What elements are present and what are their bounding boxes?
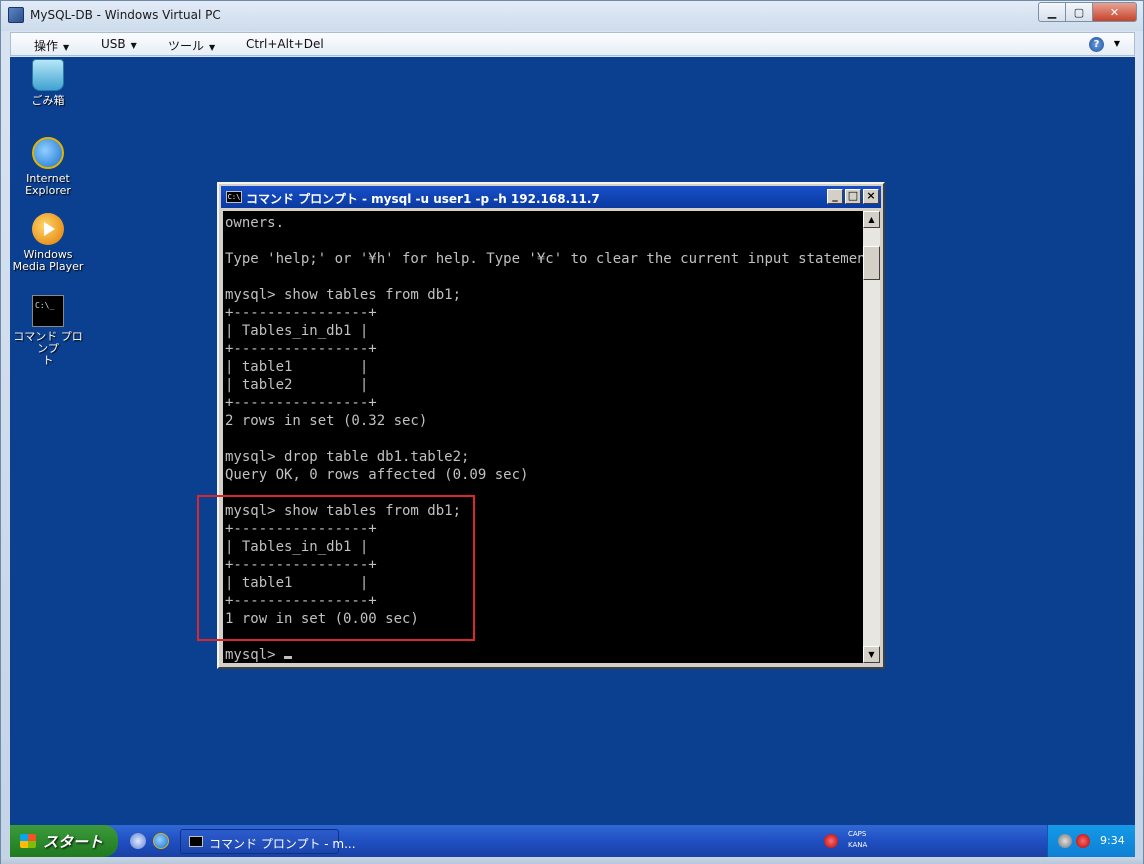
- menu-usb[interactable]: USB ▼: [101, 37, 137, 51]
- minimize-icon: _: [832, 189, 838, 202]
- vertical-scrollbar[interactable]: ▲ ▼: [863, 211, 880, 663]
- start-label: スタート: [43, 833, 104, 851]
- console-line: | table2 |: [225, 377, 369, 393]
- console-line: Query OK, 0 rows affected (0.09 sec): [225, 467, 529, 483]
- console-line: | Tables_in_db1 |: [225, 323, 369, 339]
- desktop-icon-label: Internet Explorer: [25, 172, 71, 197]
- desktop-icon-media-player[interactable]: Windows Media Player: [10, 213, 88, 273]
- start-button[interactable]: スタート: [10, 825, 118, 857]
- cmd-window-icon[interactable]: C:\: [226, 191, 242, 203]
- maximize-icon: ▢: [1073, 5, 1085, 19]
- console-line: | Tables_in_db1 |: [225, 539, 369, 555]
- console-line: 2 rows in set (0.32 sec): [225, 413, 428, 429]
- clock[interactable]: 9:34: [1100, 834, 1125, 847]
- console-output[interactable]: owners. Type 'help;' or '¥h' for help. T…: [223, 211, 863, 663]
- desktop-icon-label: Windows Media Player: [12, 248, 84, 273]
- close-icon: ×: [866, 189, 876, 202]
- host-menubar: 操作 ▼ USB ▼ ツール ▼ Ctrl+Alt+Del ? ▼: [10, 32, 1135, 56]
- cmd-title: コマンド プロンプト - mysql -u user1 -p -h 192.16…: [246, 192, 600, 206]
- cmd-window-controls: _ □ ×: [827, 189, 879, 204]
- console-line: +----------------+: [225, 593, 377, 609]
- media-player-icon: [32, 213, 64, 245]
- guest-desktop: ごみ箱 Internet Explorer Windows Media Play…: [10, 57, 1135, 825]
- maximize-icon: □: [847, 189, 859, 202]
- show-desktop-icon[interactable]: [130, 833, 146, 849]
- desktop-icon-label: ごみ箱: [31, 94, 65, 107]
- console-prompt: mysql>: [225, 647, 285, 663]
- taskbar-item-label: コマンド プロンプト - m...: [209, 837, 356, 851]
- console-line: Type 'help;' or '¥h' for help. Type '¥c'…: [225, 251, 863, 267]
- host-title: MySQL-DB - Windows Virtual PC: [30, 8, 221, 22]
- help-icon[interactable]: ?: [1089, 37, 1104, 52]
- console-line: +----------------+: [225, 521, 377, 537]
- cmd-minimize-button[interactable]: _: [827, 189, 843, 204]
- kana-indicator: KANA: [848, 841, 868, 849]
- host-window: MySQL-DB - Windows Virtual PC ▁ ▢ ✕ 操作 ▼ …: [0, 0, 1144, 864]
- close-icon: ✕: [1109, 5, 1120, 19]
- console-line: mysql> drop table db1.table2;: [225, 449, 470, 465]
- minimize-icon: ▁: [1047, 5, 1057, 19]
- chevron-down-icon: ▼: [63, 43, 70, 52]
- console-line: +----------------+: [225, 395, 377, 411]
- scroll-down-button[interactable]: ▼: [863, 646, 880, 663]
- chevron-down-icon: ▼: [209, 43, 216, 52]
- windows-logo-icon: [20, 834, 36, 848]
- scroll-up-button[interactable]: ▲: [863, 211, 880, 228]
- desktop-icon-internet-explorer[interactable]: Internet Explorer: [10, 137, 88, 197]
- virtual-pc-icon: [8, 7, 24, 23]
- network-icon[interactable]: [1058, 834, 1072, 848]
- menu-tools[interactable]: ツール ▼: [168, 37, 215, 54]
- scroll-thumb[interactable]: [863, 246, 880, 280]
- maximize-button[interactable]: ▢: [1065, 2, 1092, 22]
- cmd-titlebar[interactable]: C:\ コマンド プロンプト - mysql -u user1 -p -h 19…: [221, 186, 881, 208]
- desktop-icon-command-prompt[interactable]: コマンド プロンプ ト: [10, 295, 88, 367]
- console-line: mysql> show tables from db1;: [225, 287, 462, 303]
- console-line: +----------------+: [225, 341, 377, 357]
- caps-indicator: CAPS: [848, 830, 867, 838]
- console-line: | table1 |: [225, 359, 369, 375]
- command-prompt-icon: [189, 836, 203, 847]
- host-titlebar[interactable]: MySQL-DB - Windows Virtual PC ▁ ▢ ✕: [1, 1, 1143, 31]
- cmd-maximize-button[interactable]: □: [845, 189, 861, 204]
- console-line: +----------------+: [225, 557, 377, 573]
- console-line: | table1 |: [225, 575, 369, 591]
- menu-ctrl-alt-del[interactable]: Ctrl+Alt+Del: [246, 37, 324, 51]
- chevron-down-icon[interactable]: ▼: [1114, 39, 1120, 48]
- close-button[interactable]: ✕: [1092, 2, 1137, 22]
- console-line: +----------------+: [225, 305, 377, 321]
- host-window-controls: ▁ ▢ ✕: [1038, 2, 1137, 22]
- console-line: 1 row in set (0.00 sec): [225, 611, 419, 627]
- command-prompt-window: C:\ コマンド プロンプト - mysql -u user1 -p -h 19…: [217, 182, 885, 669]
- text-cursor: [284, 656, 293, 659]
- language-bar[interactable]: CAPS KANA: [822, 829, 912, 853]
- arrow-up-icon: ▲: [868, 215, 875, 224]
- taskbar: スタート コマンド プロンプト - m... CAPS KANA 9:34: [10, 825, 1135, 857]
- minimize-button[interactable]: ▁: [1038, 2, 1065, 22]
- security-alert-icon[interactable]: [1076, 834, 1090, 848]
- system-tray: 9:34: [1047, 825, 1135, 857]
- ime-icon[interactable]: [824, 834, 838, 848]
- chevron-down-icon: ▼: [130, 41, 137, 50]
- menu-action[interactable]: 操作 ▼: [34, 37, 69, 54]
- internet-explorer-icon[interactable]: [153, 833, 169, 849]
- console-lines: owners. Type 'help;' or '¥h' for help. T…: [225, 214, 863, 663]
- taskbar-item-command-prompt[interactable]: コマンド プロンプト - m...: [180, 829, 356, 854]
- desktop-icon-label: コマンド プロンプ ト: [13, 330, 83, 367]
- console-line: mysql> show tables from db1;: [225, 503, 462, 519]
- command-prompt-icon: [32, 295, 64, 327]
- recycle-bin-icon: [32, 59, 64, 91]
- console-prompt-line[interactable]: mysql>: [225, 646, 863, 663]
- cmd-close-button[interactable]: ×: [863, 189, 879, 204]
- arrow-down-icon: ▼: [868, 650, 875, 659]
- desktop-icon-recycle-bin[interactable]: ごみ箱: [10, 59, 88, 107]
- console-line: owners.: [225, 215, 285, 231]
- internet-explorer-icon: [32, 137, 64, 169]
- host-bottom-border: [1, 857, 1143, 864]
